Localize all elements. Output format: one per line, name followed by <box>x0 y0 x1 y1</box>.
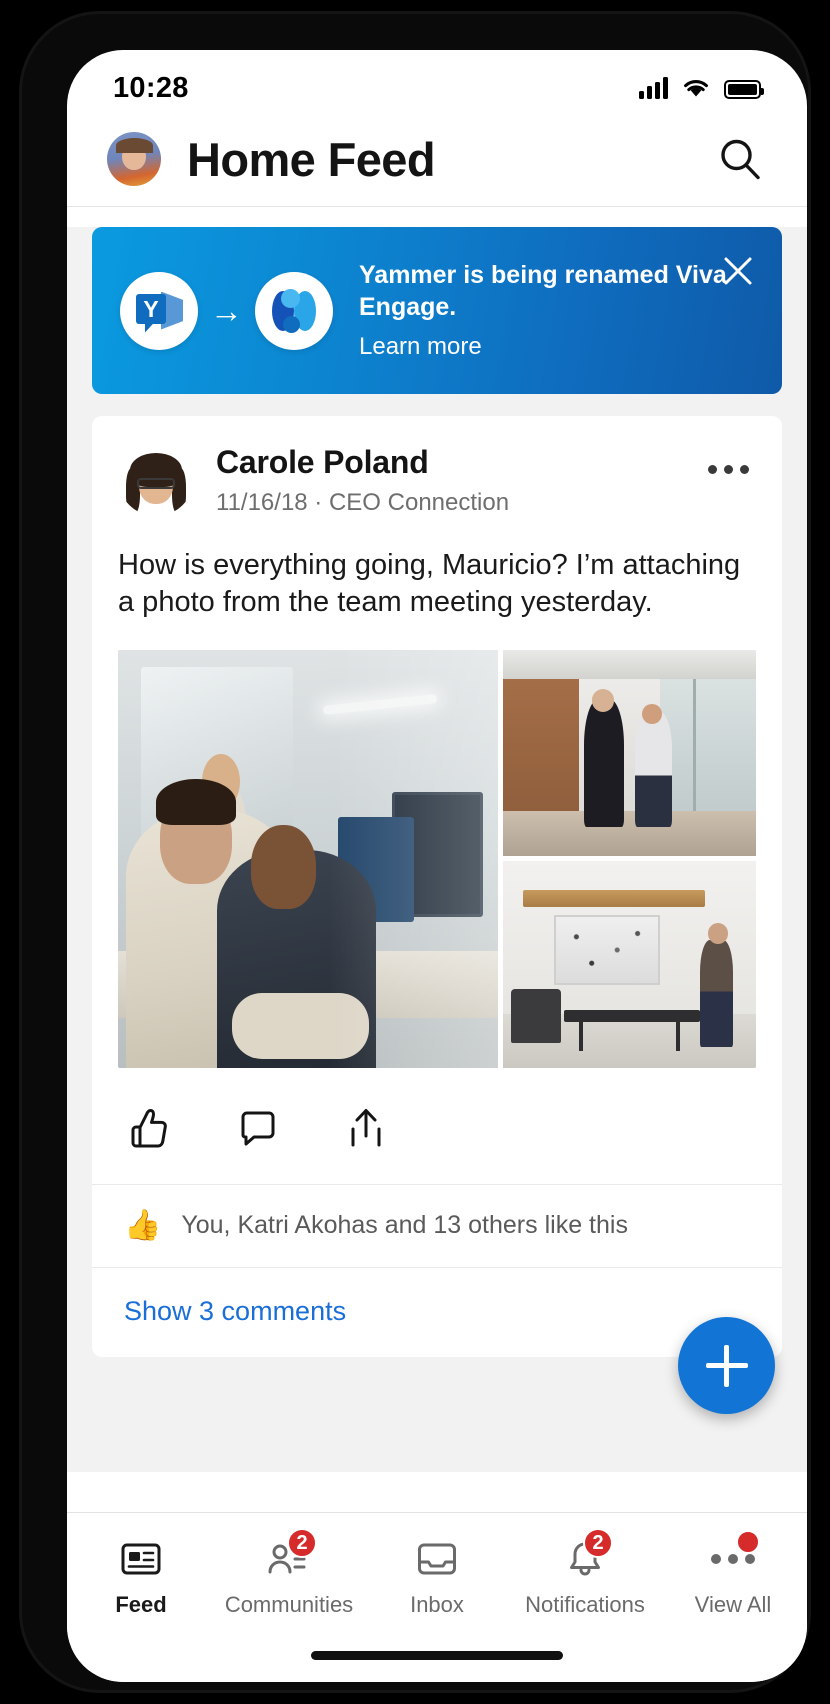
show-comments-link[interactable]: Show 3 comments <box>124 1296 346 1326</box>
office-lounge-photo[interactable] <box>503 861 756 1068</box>
bottom-navigation: Feed 2 Communities Inbox 2 Notifications… <box>67 1512 807 1682</box>
status-bar: 10:28 <box>67 50 807 112</box>
nav-label: Inbox <box>410 1592 464 1617</box>
comment-button[interactable] <box>232 1102 284 1154</box>
likes-row[interactable]: 👍 You, Katri Akohas and 13 others like t… <box>92 1185 782 1268</box>
post-body-text: How is everything going, Mauricio? I’m a… <box>118 549 741 619</box>
feed-scroll-area[interactable]: Y → Yammer is being renamed Viva Engage.… <box>67 227 807 1472</box>
viva-engage-logo <box>255 271 333 350</box>
post-card[interactable]: Carole Poland 11/16/18 · CEO Connection … <box>92 416 782 1357</box>
status-time: 10:28 <box>113 71 189 104</box>
badge-dot <box>736 1530 760 1554</box>
post-subtitle: 11/16/18 · CEO Connection <box>216 489 510 516</box>
phone-frame: 10:28 Home Feed Y → Yammer is being rena… <box>22 14 808 1690</box>
post-photo-grid[interactable] <box>118 649 756 1068</box>
create-post-fab[interactable] <box>678 1317 775 1414</box>
cellular-signal-icon <box>639 77 668 99</box>
close-icon[interactable] <box>716 249 760 293</box>
badge-count: 2 <box>583 1528 613 1558</box>
promo-banner[interactable]: Y → Yammer is being renamed Viva Engage.… <box>92 227 782 394</box>
nav-item-feed[interactable]: Feed <box>67 1537 215 1618</box>
badge-count: 2 <box>287 1528 317 1558</box>
post-action-row <box>92 1068 782 1185</box>
yammer-logo: Y <box>120 271 198 350</box>
user-avatar[interactable] <box>107 132 161 186</box>
bell-icon: 2 <box>559 1528 613 1581</box>
nav-item-view-all[interactable]: View All <box>659 1530 807 1618</box>
promo-text: Yammer is being renamed Viva Engage. Lea… <box>359 260 754 361</box>
photo-side-column <box>503 649 756 1068</box>
post-meta: Carole Poland 11/16/18 · CEO Connection <box>216 440 700 517</box>
home-indicator <box>311 1651 563 1660</box>
nav-item-notifications[interactable]: 2 Notifications <box>511 1528 659 1618</box>
thumbs-up-emoji-icon: 👍 <box>124 1208 162 1242</box>
like-button[interactable] <box>124 1102 176 1154</box>
promo-learn-more-link[interactable]: Learn more <box>359 333 754 361</box>
comments-row: Show 3 comments <box>92 1268 782 1357</box>
wifi-icon <box>684 80 708 97</box>
nav-label: Feed <box>115 1592 167 1617</box>
battery-full-icon <box>724 80 764 99</box>
more-horizontal-icon <box>707 1530 760 1581</box>
promo-title: Yammer is being renamed Viva Engage. <box>359 261 727 321</box>
post-header: Carole Poland 11/16/18 · CEO Connection <box>92 416 782 517</box>
nav-item-inbox[interactable]: Inbox <box>363 1537 511 1618</box>
inbox-icon <box>411 1537 463 1581</box>
nav-label: Notifications <box>525 1592 645 1617</box>
search-icon[interactable] <box>713 132 767 186</box>
nav-label: Communities <box>224 1592 354 1617</box>
status-icons <box>639 77 764 99</box>
app-header: Home Feed <box>67 112 807 207</box>
communities-icon: 2 <box>263 1528 317 1581</box>
team-meeting-photo-main[interactable] <box>118 649 498 1068</box>
post-author-name[interactable]: Carole Poland <box>216 444 700 481</box>
nav-label: View All <box>694 1592 772 1617</box>
nav-item-communities[interactable]: 2 Communities <box>215 1528 363 1618</box>
page-title: Home Feed <box>187 132 436 186</box>
likes-text: You, Katri Akohas and 13 others like thi… <box>181 1211 628 1240</box>
phone-screen: 10:28 Home Feed Y → Yammer is being rena… <box>67 50 807 1682</box>
share-button[interactable] <box>340 1102 392 1154</box>
feed-icon <box>115 1537 167 1581</box>
arrow-right-icon: → <box>210 292 243 329</box>
office-corridor-photo[interactable] <box>503 649 756 857</box>
author-avatar[interactable] <box>118 440 194 516</box>
more-options-icon[interactable] <box>700 440 756 486</box>
